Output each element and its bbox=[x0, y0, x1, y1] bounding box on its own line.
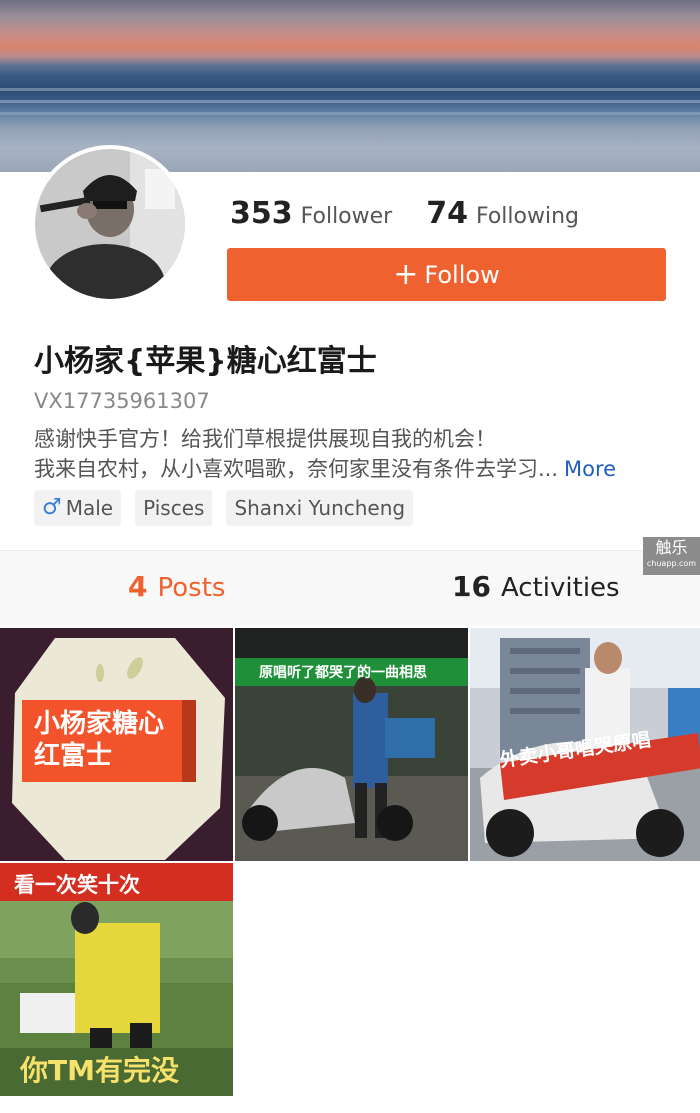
gender-label: Male bbox=[65, 496, 114, 520]
avatar-image bbox=[35, 149, 185, 299]
post-thumbnail[interactable]: 看一次笑十次 你TM有完没 bbox=[0, 863, 233, 1096]
post-caption-line2: 红富士 bbox=[34, 741, 113, 771]
zodiac-tag: Pisces bbox=[135, 490, 213, 526]
male-icon: ♂ bbox=[42, 495, 62, 520]
post-caption-bottom: 你TM有完没 bbox=[20, 1054, 179, 1087]
location-tag: Shanxi Yuncheng bbox=[226, 490, 414, 526]
cover-wave bbox=[0, 88, 700, 91]
post-caption-line1: 小杨家糖心 bbox=[34, 709, 165, 739]
post-caption: 小杨家糖心 红富士 bbox=[34, 708, 164, 772]
tab-posts[interactable]: 4 Posts bbox=[128, 570, 225, 603]
wechat-id: VX17735961307 bbox=[34, 389, 210, 413]
profile-stats: 353 Follower 74 Following bbox=[230, 196, 579, 236]
tab-activities[interactable]: 16 Activities bbox=[452, 570, 620, 603]
activities-label: Activities bbox=[500, 573, 620, 603]
post-thumbnail[interactable]: 小杨家糖心 红富士 bbox=[0, 628, 233, 861]
gender-tag: ♂ Male bbox=[34, 490, 122, 526]
plus-icon: + bbox=[393, 256, 419, 292]
follow-button[interactable]: + Follow bbox=[227, 248, 666, 301]
username: 小杨家{苹果}糖心红富士 bbox=[34, 344, 377, 379]
follow-button-label: Follow bbox=[424, 260, 500, 289]
post-thumbnail[interactable]: 外卖小哥唱哭原唱 bbox=[470, 628, 700, 861]
followers-count[interactable]: 353 bbox=[230, 196, 293, 231]
activities-count: 16 bbox=[452, 570, 491, 603]
watermark-sub: chuapp.com bbox=[646, 559, 697, 568]
posts-count: 4 bbox=[128, 570, 148, 603]
cover-photo bbox=[0, 0, 700, 172]
cover-wave bbox=[0, 100, 700, 103]
posts-label: Posts bbox=[157, 573, 226, 603]
cover-wave bbox=[0, 112, 700, 115]
post-thumbnail[interactable]: 原唱听了都哭了的一曲相思 bbox=[235, 628, 468, 861]
post-caption-top: 看一次笑十次 bbox=[14, 873, 140, 897]
watermark-badge: 触乐 chuapp.com bbox=[643, 537, 700, 575]
bio-line-2: 我来自农村，从小喜欢唱歌，奈何家里没有条件去学习... More bbox=[34, 453, 616, 483]
more-link[interactable]: More bbox=[564, 457, 616, 481]
post-caption: 原唱听了都哭了的一曲相思 bbox=[259, 665, 427, 681]
watermark-title: 触乐 bbox=[655, 538, 688, 557]
profile-tags: ♂ Male Pisces Shanxi Yuncheng bbox=[34, 490, 414, 526]
followers-label[interactable]: Follower bbox=[301, 204, 393, 229]
avatar[interactable] bbox=[35, 149, 185, 299]
following-count[interactable]: 74 bbox=[426, 196, 468, 231]
bio-line-2-text: 我来自农村，从小喜欢唱歌，奈何家里没有条件去学习... bbox=[34, 457, 559, 481]
bio-line-1: 感谢快手官方！给我们草根提供展现自我的机会！ bbox=[34, 427, 496, 451]
following-label[interactable]: Following bbox=[476, 204, 579, 229]
